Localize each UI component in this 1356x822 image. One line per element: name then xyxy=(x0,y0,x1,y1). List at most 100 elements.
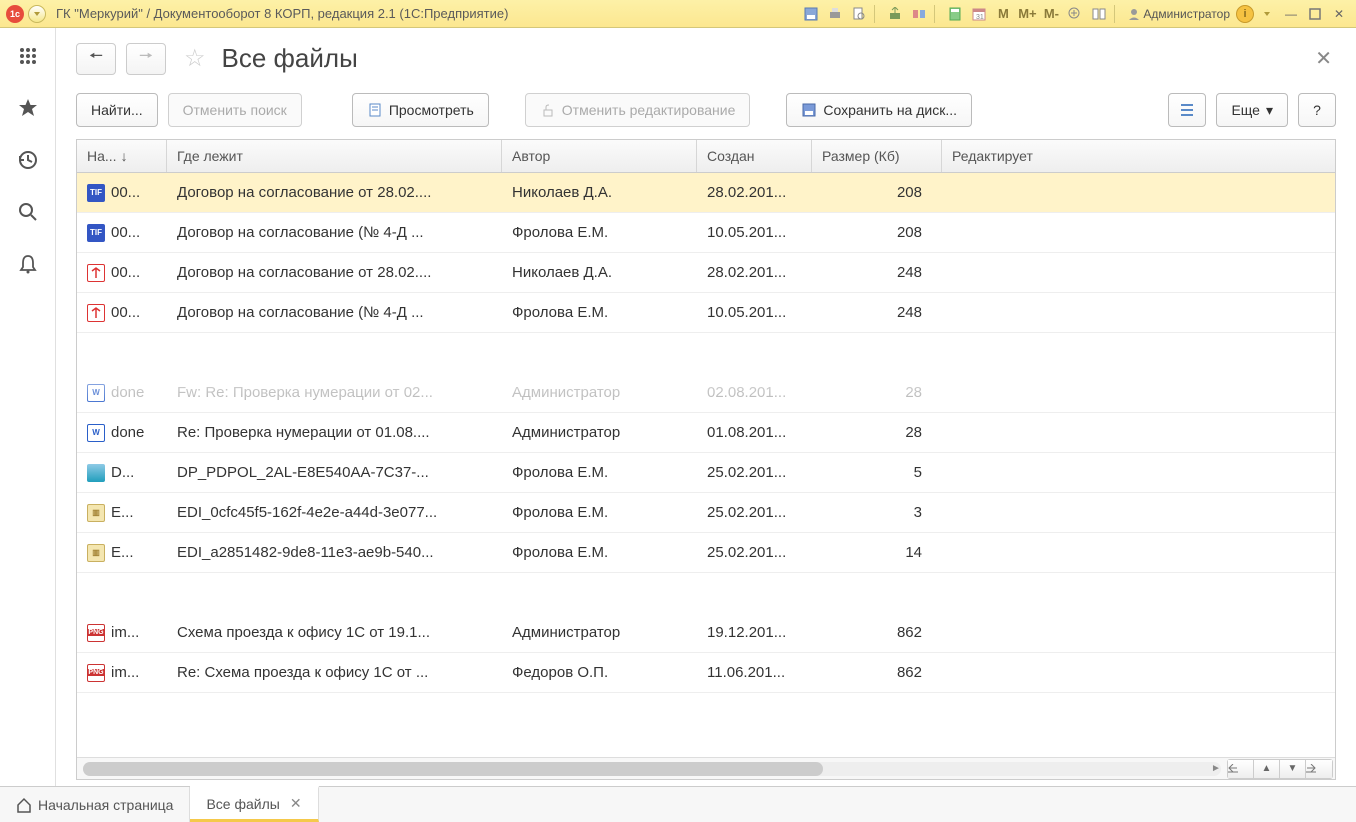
column-created[interactable]: Создан xyxy=(697,140,812,172)
sidebar-search-icon[interactable] xyxy=(14,198,42,226)
tab-close-icon[interactable]: ✕ xyxy=(290,795,302,812)
calendar-icon[interactable]: 31 xyxy=(968,4,990,24)
preview-icon[interactable] xyxy=(848,4,870,24)
horizontal-scrollbar[interactable]: ◄ ► xyxy=(83,762,1221,776)
file-size: 28 xyxy=(812,418,942,447)
file-path: EDI_a2851482-9de8-11e3-ae9b-540... xyxy=(167,538,502,567)
more-button[interactable]: Еще ▾ xyxy=(1216,93,1288,127)
table-row[interactable]: TIF00...Договор на согласование (№ 4-Д .… xyxy=(77,213,1335,253)
sidebar xyxy=(0,28,56,786)
file-size: 3 xyxy=(812,498,942,527)
file-path: Договор на согласование (№ 4-Д ... xyxy=(167,218,502,247)
file-size: 248 xyxy=(812,298,942,327)
tab-all-files[interactable]: Все файлы ✕ xyxy=(190,786,318,822)
scroll-right-icon[interactable]: ► xyxy=(1209,762,1223,776)
current-user[interactable]: Администратор xyxy=(1124,7,1234,21)
file-created: 28.02.201... xyxy=(697,178,812,207)
titlebar-menu-icon[interactable] xyxy=(28,5,46,23)
file-editing xyxy=(942,267,1335,279)
table-row[interactable]: 00...Договор на согласование (№ 4-Д ...Ф… xyxy=(77,293,1335,333)
favorite-star-icon[interactable]: ☆ xyxy=(184,44,206,73)
table-row[interactable]: ▥E...EDI_a2851482-9de8-11e3-ae9b-540...Ф… xyxy=(77,533,1335,573)
file-author: Администратор xyxy=(502,418,697,447)
sidebar-apps-icon[interactable] xyxy=(14,42,42,70)
file-author: Фролова Е.М. xyxy=(502,458,697,487)
help-button[interactable]: ? xyxy=(1298,93,1336,127)
zip-file-icon: ▥ xyxy=(87,544,105,562)
file-author: Николаев Д.А. xyxy=(502,258,697,287)
memory-mplus-button[interactable]: M+ xyxy=(1016,4,1038,24)
sidebar-history-icon[interactable] xyxy=(14,146,42,174)
table-row[interactable]: TIF00...Договор на согласование от 28.02… xyxy=(77,173,1335,213)
file-editing xyxy=(942,507,1335,519)
column-editing[interactable]: Редактирует xyxy=(942,140,1335,172)
view-button[interactable]: Просмотреть xyxy=(352,93,489,127)
table-row[interactable]: PNGim...Схема проезда к офису 1С от 19.1… xyxy=(77,613,1335,653)
tif-file-icon: TIF xyxy=(87,224,105,242)
info-dropdown-icon[interactable] xyxy=(1256,4,1278,24)
calculator-icon[interactable] xyxy=(944,4,966,24)
print-icon[interactable] xyxy=(824,4,846,24)
disk-icon xyxy=(801,102,817,118)
nav-last-button[interactable] xyxy=(1306,760,1332,778)
file-author: Николаев Д.А. xyxy=(502,178,697,207)
chevron-down-icon: ▾ xyxy=(1266,102,1273,119)
nav-down-button[interactable]: ▼ xyxy=(1280,760,1306,778)
file-created: 25.02.201... xyxy=(697,538,812,567)
window-close-button[interactable]: ✕ xyxy=(1328,4,1350,24)
window-title: ГК "Меркурий" / Документооборот 8 КОРП, … xyxy=(56,6,508,21)
file-created: 02.08.201... xyxy=(697,378,812,407)
nav-first-button[interactable] xyxy=(1228,760,1254,778)
column-name[interactable]: На...↓ xyxy=(77,140,167,172)
save-to-disk-button[interactable]: Сохранить на диск... xyxy=(786,93,972,127)
minimize-button[interactable]: — xyxy=(1280,4,1302,24)
file-author: Федоров О.П. xyxy=(502,658,697,687)
file-name: im... xyxy=(111,664,139,681)
table-row[interactable]: 00...Договор на согласование от 28.02...… xyxy=(77,253,1335,293)
tab-home[interactable]: Начальная страница xyxy=(0,787,190,822)
file-editing xyxy=(942,387,1335,399)
table-row[interactable]: D...DP_PDPOL_2AL-E8E540AA-7C37-...Фролов… xyxy=(77,453,1335,493)
page-title: Все файлы xyxy=(222,43,358,74)
table-row[interactable]: WdoneRe: Проверка нумерации от 01.08....… xyxy=(77,413,1335,453)
file-name: E... xyxy=(111,544,134,561)
table-row[interactable]: PNGim...Re: Схема проезда к офису 1С от … xyxy=(77,653,1335,693)
zoom-icon[interactable] xyxy=(1064,4,1086,24)
files-table: На...↓ Где лежит Автор Создан Размер (Кб… xyxy=(76,139,1336,780)
home-icon xyxy=(16,797,32,813)
column-path[interactable]: Где лежит xyxy=(167,140,502,172)
file-path: Re: Проверка нумерации от 01.08.... xyxy=(167,418,502,447)
table-footer: ◄ ► ▲ ▼ xyxy=(77,757,1335,779)
cancel-edit-button[interactable]: Отменить редактирование xyxy=(525,93,751,127)
file-created: 28.02.201... xyxy=(697,258,812,287)
memory-mminus-button[interactable]: M- xyxy=(1040,4,1062,24)
save-icon[interactable] xyxy=(800,4,822,24)
list-mode-button[interactable] xyxy=(1168,93,1206,127)
table-row[interactable]: ▥E...EDI_0cfc45f5-162f-4e2e-a44d-3e077..… xyxy=(77,493,1335,533)
compare-icon[interactable] xyxy=(908,4,930,24)
table-row[interactable]: WdoneFw: Re: Проверка нумерации от 02...… xyxy=(77,373,1335,413)
nav-back-button[interactable]: 🠔 xyxy=(76,43,116,75)
table-body: TIF 00...Договор на согласование от 28.02… xyxy=(77,173,1335,757)
export-icon[interactable] xyxy=(884,4,906,24)
nav-up-button[interactable]: ▲ xyxy=(1254,760,1280,778)
maximize-button[interactable] xyxy=(1304,4,1326,24)
panels-icon[interactable] xyxy=(1088,4,1110,24)
file-author: Фролова Е.М. xyxy=(502,298,697,327)
info-icon[interactable]: i xyxy=(1236,5,1254,23)
nav-forward-button[interactable]: 🠖 xyxy=(126,43,166,75)
cancel-search-button[interactable]: Отменить поиск xyxy=(168,93,302,127)
sidebar-notifications-icon[interactable] xyxy=(14,250,42,278)
column-size[interactable]: Размер (Кб) xyxy=(812,140,942,172)
sort-indicator-icon: ↓ xyxy=(121,148,128,164)
file-editing xyxy=(942,227,1335,239)
memory-m-button[interactable]: M xyxy=(992,4,1014,24)
find-button[interactable]: Найти... xyxy=(76,93,158,127)
column-author[interactable]: Автор xyxy=(502,140,697,172)
scroll-thumb[interactable] xyxy=(83,762,823,776)
sidebar-favorites-icon[interactable] xyxy=(14,94,42,122)
tab-files-label: Все файлы xyxy=(206,796,279,812)
file-created: 19.12.201... xyxy=(697,618,812,647)
page-close-button[interactable]: ✕ xyxy=(1311,42,1336,75)
svg-text:31: 31 xyxy=(976,14,984,21)
